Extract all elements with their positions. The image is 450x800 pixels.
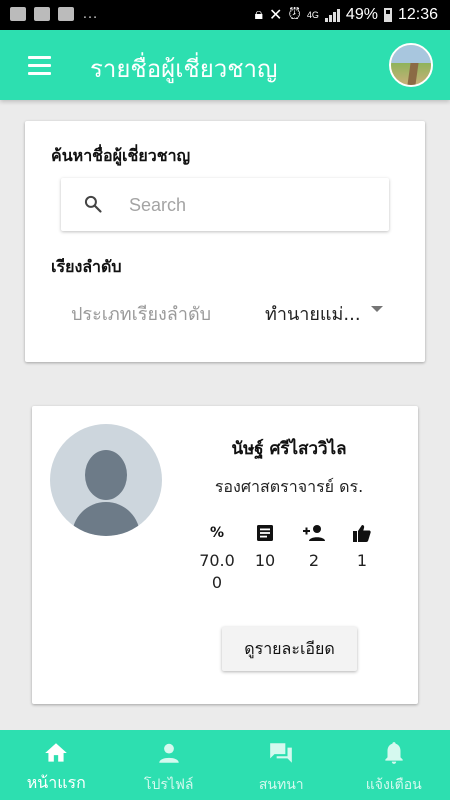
stat-percent-value: 70.00 bbox=[199, 551, 235, 592]
battery-icon bbox=[383, 8, 392, 22]
person-icon bbox=[159, 743, 179, 763]
stat-likes-value: 1 bbox=[356, 551, 368, 570]
stat-followers-value: 2 bbox=[308, 551, 320, 570]
thumb-up-icon bbox=[344, 522, 380, 544]
percent-icon: % bbox=[209, 525, 225, 541]
sort-label: เรียงลำดับ bbox=[51, 257, 122, 276]
bottom-nav: หน้าแรก โปรไฟล์ สนทนา แจ้งเตือน bbox=[0, 730, 450, 800]
expert-avatar bbox=[50, 424, 162, 536]
view-details-button[interactable]: ดูรายละเอียด bbox=[222, 627, 357, 671]
search-card: ค้นหาชื่อผู้เชี่ยวชาญ เรียงลำดับ ประเภทเ… bbox=[25, 121, 425, 362]
nav-item-chat[interactable]: สนทนา bbox=[225, 730, 338, 800]
nav-item-home[interactable]: หน้าแรก bbox=[0, 730, 113, 800]
page-title: รายชื่อผู้เชี่ยวชาญ bbox=[90, 55, 278, 83]
bell-icon bbox=[385, 742, 403, 764]
search-label: ค้นหาชื่อผู้เชี่ยวชาญ bbox=[51, 146, 191, 165]
stat-followers: 2 bbox=[296, 522, 332, 572]
battery-percent: 49% bbox=[345, 6, 378, 23]
home-icon bbox=[45, 743, 68, 762]
image-notification-icon bbox=[10, 7, 26, 21]
search-box[interactable] bbox=[61, 178, 389, 231]
nav-label-profile: โปรไฟล์ bbox=[144, 777, 194, 793]
clock: 12:36 bbox=[397, 6, 438, 23]
more-notifications-icon: … bbox=[82, 5, 99, 22]
nav-item-profile[interactable]: โปรไฟล์ bbox=[113, 730, 226, 800]
nav-label-notifications: แจ้งเตือน bbox=[365, 777, 422, 793]
sort-selected-value: ทำนายแม่... bbox=[265, 304, 361, 325]
expert-title: รองศาสตราจารย์ ดร. bbox=[214, 477, 364, 496]
search-icon bbox=[84, 195, 102, 213]
expert-card: นัษฐ์ ศรีไสววิไล รองศาสตราจารย์ ดร. % 70… bbox=[32, 406, 418, 704]
status-right: 🔒︎ ✕ ⏰︎ 4G 49% 12:36 bbox=[255, 5, 439, 25]
mute-icon: ✕ bbox=[269, 7, 283, 24]
status-left-icons: … bbox=[10, 5, 99, 23]
app-bar: รายชื่อผู้เชี่ยวชาญ bbox=[0, 30, 450, 100]
nav-item-notifications[interactable]: แจ้งเตือน bbox=[338, 730, 450, 800]
stat-percent: % 70.00 bbox=[199, 522, 235, 594]
search-input[interactable] bbox=[129, 191, 369, 219]
stat-likes: 1 bbox=[344, 522, 380, 572]
menu-icon[interactable] bbox=[22, 54, 58, 80]
caret-down-icon bbox=[371, 306, 383, 312]
alarm-icon: ⏰︎ bbox=[288, 6, 301, 23]
network-type: 4G bbox=[306, 10, 319, 20]
stat-articles-value: 10 bbox=[254, 551, 276, 570]
status-bar: … 🔒︎ ✕ ⏰︎ 4G 49% 12:36 bbox=[0, 0, 450, 30]
download-notification-icon bbox=[58, 7, 74, 21]
sort-dropdown[interactable]: ทำนายแม่... bbox=[265, 299, 387, 327]
sort-type-label: ประเภทเรียงลำดับ bbox=[71, 304, 212, 325]
person-add-icon bbox=[296, 522, 332, 544]
nav-label-chat: สนทนา bbox=[258, 777, 304, 793]
signal-icon bbox=[324, 8, 340, 22]
expert-name: นัษฐ์ ศรีไสววิไล bbox=[231, 439, 347, 459]
nav-label-home: หน้าแรก bbox=[26, 773, 86, 792]
gallery-notification-icon bbox=[34, 7, 50, 21]
stat-articles: 10 bbox=[247, 522, 283, 572]
avatar[interactable] bbox=[389, 43, 433, 87]
article-icon bbox=[247, 522, 283, 544]
chat-icon bbox=[270, 743, 293, 763]
lock-icon: 🔒︎ bbox=[254, 6, 264, 23]
